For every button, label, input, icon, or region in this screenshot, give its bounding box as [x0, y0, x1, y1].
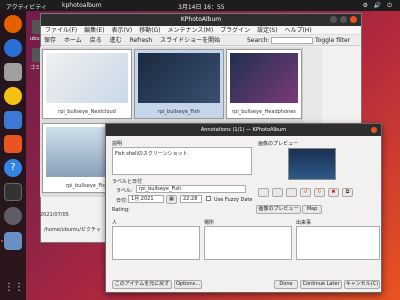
dock: ? ⋮⋮ [0, 11, 26, 300]
events-list[interactable] [296, 226, 380, 260]
dialog-close-icon[interactable] [371, 127, 377, 133]
forward-button[interactable]: 進む [110, 37, 122, 44]
trash-label: ゴミ [30, 65, 41, 71]
cancel-button[interactable]: キャンセル(C) [344, 280, 380, 289]
description-text: Fish shellのスクリーンショット [115, 151, 188, 157]
clock[interactable]: 3月14日 16：55 [178, 2, 225, 11]
back-button[interactable]: 戻る [90, 37, 102, 44]
main-window-title: KPhotoAlbum [180, 16, 222, 23]
thumbnail-image [46, 53, 128, 103]
search-label: Search: [247, 37, 270, 44]
kphotoalbum-icon[interactable] [4, 232, 22, 250]
thumbnail-image [138, 53, 220, 103]
map-tab[interactable]: Map [302, 205, 322, 214]
fuzzy-date-checkbox[interactable] [206, 196, 211, 201]
menu-help[interactable]: ヘルプ(H) [284, 27, 311, 34]
dialog-title: Annotations (1/1) — KPhotoAlbum [200, 127, 287, 133]
system-menu[interactable]: ⚙ 🔊 ⏻ [363, 2, 394, 10]
main-window-titlebar[interactable]: KPhotoAlbum [41, 14, 361, 26]
slideshow-button[interactable]: スライドショーを開始 [160, 37, 220, 44]
time-input[interactable]: 22:28 [180, 195, 202, 203]
label-input[interactable]: rpi_bullseye_Fish [136, 185, 246, 193]
app-menu[interactable]: kphotoalbum [62, 2, 102, 9]
places-label: 場所 [204, 220, 215, 226]
files-icon[interactable] [4, 63, 22, 81]
menu-maintenance[interactable]: メンテナンス(M) [167, 27, 213, 34]
preview-prev-button[interactable] [272, 188, 283, 197]
places-list[interactable] [204, 226, 292, 260]
thumbnail-caption: rpi_bullseye_Headphones [232, 109, 296, 115]
rating-label: Rating: [112, 207, 130, 213]
label-field-label: ラベル: [116, 188, 133, 194]
dialog-titlebar[interactable]: Annotations (1/1) — KPhotoAlbum [106, 124, 381, 136]
toolbar: 保存 ホーム 戻る 進む Refresh スライドショーを開始 Search: … [41, 35, 361, 46]
description-field[interactable]: Fish shellのスクリーンショット [112, 147, 252, 175]
search-input[interactable] [271, 37, 313, 44]
events-label: 出来事 [296, 220, 312, 226]
label-date-label: ラベルと日付 [112, 179, 143, 185]
thumbnail-caption: rpi_bullseye_Nextcloud [58, 109, 116, 115]
maximize-icon[interactable] [340, 16, 347, 23]
status-path: /home/ubuntu/ピクチャ [44, 227, 101, 233]
undo-item-button[interactable]: このアイテムを元に戻す [112, 280, 172, 289]
preview-tab[interactable]: 画像のプレビュー [256, 205, 301, 214]
close-icon[interactable] [350, 16, 357, 23]
menu-plugins[interactable]: プラグイン [220, 27, 250, 34]
refresh-button[interactable]: Refresh [130, 37, 153, 44]
firefox-icon[interactable] [4, 15, 22, 33]
preview-next-button[interactable] [286, 188, 297, 197]
people-label: 人 [112, 220, 118, 226]
preview-label: 画像のプレビュー [258, 141, 299, 147]
writer-icon[interactable] [4, 111, 22, 129]
thumbnail[interactable]: rpi_bullseye_Fish [134, 49, 224, 119]
menu-view[interactable]: 表示(V) [111, 27, 132, 34]
date-bar-label: 2021/07/05 [40, 212, 69, 218]
delete-icon[interactable]: ✖ [328, 188, 339, 197]
date-field-label: 日付: [116, 198, 128, 204]
show-apps-icon[interactable]: ⋮⋮ [4, 279, 24, 297]
save-button[interactable]: 保存 [44, 37, 56, 44]
home-button[interactable]: ホーム [64, 37, 82, 44]
copy-icon[interactable]: ⧉ [342, 188, 353, 197]
description-label: 説明 [112, 141, 123, 147]
image-preview [288, 148, 336, 180]
top-bar: アクティビティ kphotoalbum 3月14日 16：55 ⚙ 🔊 ⏻ [0, 0, 400, 11]
continue-later-button[interactable]: Continue Later [300, 280, 342, 289]
updates-icon[interactable] [4, 207, 22, 225]
rotate-right-icon[interactable]: ↻ [314, 188, 325, 197]
preview-first-button[interactable] [258, 188, 269, 197]
menu-bar: ファイル(F) 編集(E) 表示(V) 移動(G) メンテナンス(M) プラグイ… [41, 26, 361, 35]
menu-edit[interactable]: 編集(E) [84, 27, 104, 34]
toggle-filter-button[interactable]: Toggle filter [315, 35, 350, 46]
thunderbird-icon[interactable] [4, 39, 22, 57]
thumbnail-caption: rpi_bullseye_Fish [157, 109, 201, 115]
menu-settings[interactable]: 設定(S) [257, 27, 278, 34]
help-icon[interactable]: ? [4, 159, 22, 177]
home-folder-label: ubu [30, 36, 40, 42]
terminal-icon[interactable] [4, 183, 22, 201]
rhythmbox-icon[interactable] [4, 87, 22, 105]
annotations-dialog: Annotations (1/1) — KPhotoAlbum 説明 Fish … [105, 123, 382, 293]
calendar-icon[interactable]: ▦ [166, 195, 177, 204]
minimize-icon[interactable] [330, 16, 337, 23]
options-button[interactable]: Options... [174, 280, 202, 289]
software-icon[interactable] [4, 135, 22, 153]
thumbnail[interactable]: rpi_bullseye_Headphones [226, 49, 302, 119]
running-indicator [1, 240, 3, 242]
activities-button[interactable]: アクティビティ [6, 2, 47, 11]
thumbnail-image [230, 53, 298, 103]
menu-file[interactable]: ファイル(F) [45, 27, 77, 34]
menu-go[interactable]: 移動(G) [139, 27, 160, 34]
done-button[interactable]: Done [274, 280, 298, 289]
rotate-left-icon[interactable]: ↺ [300, 188, 311, 197]
fuzzy-date-label: Use Fuzzy Date [214, 197, 253, 203]
date-input[interactable]: 1月 2021 [128, 195, 164, 203]
thumbnail[interactable]: rpi_bullseye_Nextcloud [42, 49, 132, 119]
people-list[interactable] [112, 226, 200, 260]
